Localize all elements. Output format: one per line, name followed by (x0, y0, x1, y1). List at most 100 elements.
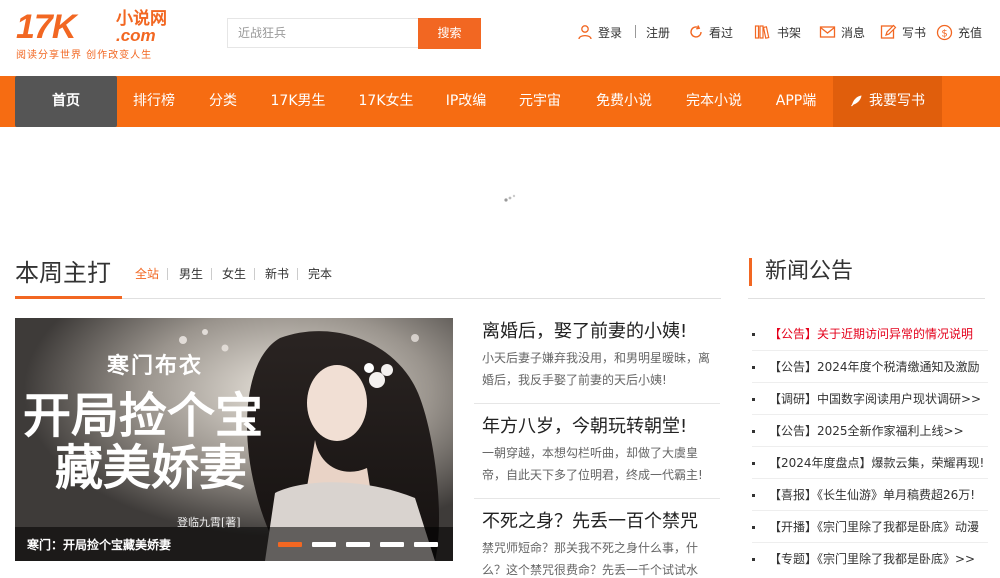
recharge-label: 充值 (958, 25, 983, 40)
login-label: 登录 (598, 25, 623, 40)
story-title-2[interactable]: 年方八岁，今朝玩转朝堂! (482, 416, 687, 438)
section-title-underline (15, 296, 122, 299)
recharge-link[interactable]: $ 充值 (936, 22, 982, 42)
history-link[interactable]: 看过 (688, 22, 733, 42)
coin-icon: $ (936, 24, 953, 40)
nav-item-finished[interactable]: 完本小说 (676, 76, 752, 127)
tab-male[interactable]: 男生 (179, 266, 203, 282)
bullet (752, 398, 755, 401)
nav-item-ranking[interactable]: 排行榜 (120, 76, 188, 127)
news-item[interactable]: 【2024年度盘点】爆款云集，荣耀再现! (752, 447, 988, 479)
news-item-text: 【喜报】《长生仙游》单月稿费超26万! (769, 488, 976, 502)
write-book-link[interactable]: 写书 (880, 22, 926, 42)
cover-title-line2: 藏美娇妻 (55, 440, 248, 496)
loading-spinner-icon (504, 194, 516, 202)
nav-item-ip[interactable]: IP改编 (436, 76, 496, 127)
story-desc-1: 小天后妻子嫌弃我没用，和男明星暧昧，离婚后，我反手娶了前妻的天后小姨! (482, 351, 711, 387)
write-book-label: 写书 (902, 25, 927, 40)
envelope-icon (819, 26, 836, 38)
news-item[interactable]: 【公告】关于近期访问异常的情况说明 (752, 318, 988, 350)
story-divider (474, 498, 720, 499)
pencil-icon (880, 24, 897, 39)
weekly-section-title: 本周主打 (15, 259, 111, 287)
tab-divider (297, 268, 298, 280)
logo-slogan: 阅读分享世界 创作改变人生 (16, 50, 153, 61)
register-link[interactable]: 注册 (646, 22, 670, 42)
nav-write-button[interactable]: 我要写书 (833, 76, 942, 127)
nav-item-female[interactable]: 17K女生 (350, 76, 422, 127)
bullet (752, 494, 755, 497)
slide-dot-2[interactable] (312, 542, 336, 547)
bookshelf-label: 书架 (777, 25, 802, 40)
svg-text:$: $ (941, 28, 947, 39)
nav-item-category[interactable]: 分类 (195, 76, 251, 127)
news-item[interactable]: 【开播】《宗门里除了我都是卧底》动漫 (752, 511, 988, 543)
site-header: 17K 小说网 .com 阅读分享世界 创作改变人生 搜索 登录 注册 看过 (0, 0, 1000, 76)
slide-dot-5[interactable] (414, 542, 438, 547)
tab-new[interactable]: 新书 (265, 266, 289, 282)
nav-write-label: 我要写书 (869, 93, 925, 109)
login-link[interactable]: 登录 (577, 22, 622, 42)
nav-item-metaverse[interactable]: 元宇宙 (510, 76, 570, 127)
nav-item-male[interactable]: 17K男生 (262, 76, 334, 127)
featured-banner[interactable]: 寒门布衣 开局捡个宝 藏美娇妻 登临九霄[著] 寒门：开局捡个宝藏美娇妻 (15, 318, 453, 561)
news-item-text: 【公告】2024年度个税清缴通知及激励 (769, 360, 980, 374)
search-button[interactable]: 搜索 (418, 18, 481, 49)
tab-divider (211, 268, 212, 280)
bullet (752, 366, 755, 369)
story-divider (474, 403, 720, 404)
slide-dot-1[interactable] (278, 542, 302, 547)
bullet (752, 430, 755, 433)
messages-link[interactable]: 消息 (819, 22, 865, 42)
bookshelf-icon (754, 25, 770, 39)
news-item-text: 【调研】中国数字阅读用户现状调研>> (769, 392, 982, 406)
quill-icon (851, 95, 862, 107)
news-item-text: 【开播】《宗门里除了我都是卧底》动漫 (769, 520, 980, 534)
news-item[interactable]: 【专题】《宗门里除了我都是卧底》>> (752, 543, 988, 575)
cover-title-line1: 开局捡个宝 (23, 388, 264, 444)
logo-domain-text: .com (116, 26, 156, 45)
bullet (752, 558, 755, 561)
news-item[interactable]: 【喜报】《长生仙游》单月稿费超26万! (752, 479, 988, 511)
site-logo[interactable]: 17K 小说网 .com 阅读分享世界 创作改变人生 (16, 10, 176, 61)
register-label: 注册 (646, 25, 671, 40)
tab-all[interactable]: 全站 (135, 266, 159, 282)
refresh-icon (690, 25, 702, 38)
nav-item-free[interactable]: 免费小说 (586, 76, 662, 127)
news-item[interactable]: 【调研】中国数字阅读用户现状调研>> (752, 383, 988, 415)
nav-item-app[interactable]: APP端 (766, 76, 826, 127)
slide-dot-3[interactable] (346, 542, 370, 547)
section-divider (748, 298, 985, 299)
divider (635, 25, 636, 38)
news-section-title: 新闻公告 (765, 259, 854, 284)
tab-finished[interactable]: 完本 (308, 266, 332, 282)
news-item-text: 【专题】《宗门里除了我都是卧底》>> (769, 552, 976, 566)
news-item-text: 【公告】关于近期访问异常的情况说明 (769, 327, 974, 341)
slide-dot-4[interactable] (380, 542, 404, 547)
story-desc-3: 禁咒师短命？那关我不死之身什么事，什么？这个禁咒很费命？先丢一千个试试水 (482, 541, 699, 577)
main-nav: 首页 排行榜 分类 17K男生 17K女生 IP改编 元宇宙 免费小说 完本小说… (0, 76, 1000, 127)
tab-divider (167, 268, 168, 280)
bullet (752, 526, 755, 529)
bullet (752, 333, 755, 336)
history-label: 看过 (709, 25, 734, 40)
story-desc-2: 一朝穿越，本想勾栏听曲，却做了大虞皇帝，自此天下多了位明君，终成一代霸主! (482, 446, 703, 482)
news-title-accent (749, 258, 752, 286)
news-item[interactable]: 【公告】2025全新作家福利上线>> (752, 415, 988, 447)
news-item-text: 【公告】2025全新作家福利上线>> (769, 424, 964, 438)
search-input[interactable] (228, 19, 418, 47)
messages-label: 消息 (841, 25, 866, 40)
story-title-3[interactable]: 不死之身？先丢一百个禁咒 (482, 511, 698, 533)
story-title-1[interactable]: 离婚后，娶了前妻的小姨! (482, 321, 687, 343)
bullet (752, 462, 755, 465)
tab-divider (254, 268, 255, 280)
nav-item-home[interactable]: 首页 (15, 76, 117, 127)
user-icon (578, 25, 592, 40)
bookshelf-link[interactable]: 书架 (754, 22, 801, 42)
cover-subtitle-text: 寒门布衣 (107, 353, 204, 379)
search-box (227, 18, 418, 48)
tab-female[interactable]: 女生 (222, 266, 246, 282)
news-item[interactable]: 【公告】2024年度个税清缴通知及激励 (752, 351, 988, 383)
news-item-text: 【2024年度盘点】爆款云集，荣耀再现! (769, 456, 985, 470)
banner-caption-text: 寒门：开局捡个宝藏美娇妻 (27, 538, 172, 552)
